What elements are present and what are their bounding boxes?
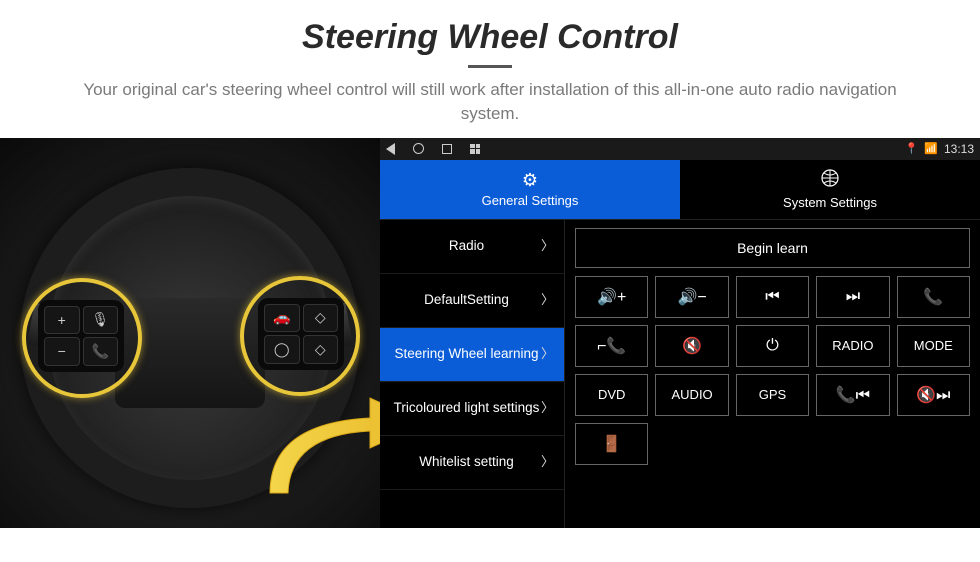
begin-learn-label: Begin learn <box>737 240 808 256</box>
call-prev-button[interactable]: 📞⏮ <box>816 374 889 416</box>
audio-label: AUDIO <box>672 387 713 402</box>
wheel-btn-r1: 🚗 <box>264 304 300 333</box>
page-title: Steering Wheel Control <box>60 18 920 57</box>
sidebar-item-label: Tricoloured light settings <box>392 400 541 416</box>
sidebar-item-whitelist[interactable]: Whitelist setting 〉 <box>380 436 564 490</box>
call-prev-icon: 📞⏮ <box>836 385 870 405</box>
wheel-btn-plus: + <box>44 306 80 335</box>
chevron-right-icon: 〉 <box>541 238 554 254</box>
car-door-button[interactable]: 🚪 <box>575 423 648 465</box>
tab-label: General Settings <box>482 193 579 208</box>
power-icon: ⏻ <box>766 337 779 355</box>
volume-down-button[interactable]: 🔊− <box>655 276 728 318</box>
tab-system-settings[interactable]: System Settings <box>680 160 980 220</box>
radio-label: RADIO <box>832 338 873 353</box>
chevron-right-icon: 〉 <box>541 292 554 308</box>
chevron-right-icon: 〉 <box>541 400 554 416</box>
status-bar: 📍 📶 13:13 <box>380 138 980 160</box>
wheel-btn-r3: ◯ <box>264 335 300 364</box>
mode-button[interactable]: MODE <box>897 325 970 367</box>
settings-sidebar: Radio 〉 DefaultSetting 〉 Steering Wheel … <box>380 220 565 528</box>
call-answer-button[interactable]: 📞 <box>897 276 970 318</box>
dvd-label: DVD <box>598 387 625 402</box>
gps-icon: 📍 <box>905 142 919 155</box>
chevron-right-icon: 〉 <box>541 454 554 470</box>
chevron-right-icon: 〉 <box>541 346 554 362</box>
gps-label: GPS <box>759 387 786 402</box>
wheel-buttons-left: + 🎙 − 📞 <box>38 300 124 372</box>
phone-icon: 📞 <box>923 287 943 307</box>
call-next-icon: 🔇⏭ <box>916 385 950 405</box>
sidebar-item-radio[interactable]: Radio 〉 <box>380 220 564 274</box>
audio-button[interactable]: AUDIO <box>655 374 728 416</box>
gps-button[interactable]: GPS <box>736 374 809 416</box>
sidebar-item-label: Radio <box>392 238 541 254</box>
radio-button[interactable]: RADIO <box>816 325 889 367</box>
volume-up-button[interactable]: 🔊+ <box>575 276 648 318</box>
power-button[interactable]: ⏻ <box>736 325 809 367</box>
next-track-button[interactable]: ⏭ <box>816 276 889 318</box>
prev-track-button[interactable]: ⏮ <box>736 276 809 318</box>
apps-icon[interactable] <box>470 144 480 154</box>
car-door-icon: 🚪 <box>602 434 622 454</box>
sidebar-item-tricoloured-light[interactable]: Tricoloured light settings 〉 <box>380 382 564 436</box>
gear-icon: ⚙ <box>522 170 538 191</box>
tab-label: System Settings <box>783 195 877 210</box>
hangup-icon: ⌐📞 <box>597 336 626 356</box>
begin-learn-button[interactable]: Begin learn <box>575 228 970 268</box>
wheel-buttons-right: 🚗 ◇ ◯ ◇ <box>258 298 344 370</box>
wheel-btn-r4: ◇ <box>303 335 339 364</box>
home-icon[interactable] <box>413 143 424 154</box>
head-unit-screen: 📍 📶 13:13 ⚙ General Settings System Sett… <box>380 138 980 528</box>
back-icon[interactable] <box>386 143 395 155</box>
tab-general-settings[interactable]: ⚙ General Settings <box>380 160 680 220</box>
wifi-icon: 📶 <box>924 142 938 155</box>
volume-down-icon: 🔊− <box>677 287 706 307</box>
sidebar-item-label: Steering Wheel learning <box>392 346 541 362</box>
wheel-btn-phone: 📞 <box>83 337 119 366</box>
sidebar-item-label: Whitelist setting <box>392 454 541 470</box>
mute-button[interactable]: 🔇 <box>655 325 728 367</box>
status-time: 13:13 <box>944 142 974 156</box>
steering-wheel-photo: + 🎙 − 📞 🚗 ◇ ◯ ◇ <box>0 138 380 528</box>
wheel-btn-r2: ◇ <box>303 304 339 333</box>
page-subtitle: Your original car's steering wheel contr… <box>60 78 920 126</box>
title-divider <box>468 65 512 68</box>
dvd-button[interactable]: DVD <box>575 374 648 416</box>
sidebar-item-steering-wheel[interactable]: Steering Wheel learning 〉 <box>380 328 564 382</box>
call-hangup-button[interactable]: ⌐📞 <box>575 325 648 367</box>
globe-icon <box>820 168 840 193</box>
sidebar-item-label: DefaultSetting <box>392 292 541 308</box>
mode-label: MODE <box>914 338 953 353</box>
learning-panel: Begin learn 🔊+ 🔊− ⏮ ⏭ 📞 ⌐📞 🔇 ⏻ RADIO MOD… <box>565 220 980 528</box>
sidebar-item-default-setting[interactable]: DefaultSetting 〉 <box>380 274 564 328</box>
recent-icon[interactable] <box>442 144 452 154</box>
next-icon: ⏭ <box>846 288 860 306</box>
prev-icon: ⏮ <box>765 288 779 306</box>
mute-icon: 🔇 <box>682 336 702 356</box>
wheel-btn-minus: − <box>44 337 80 366</box>
volume-up-icon: 🔊+ <box>597 287 626 307</box>
call-next-button[interactable]: 🔇⏭ <box>897 374 970 416</box>
wheel-btn-voice: 🎙 <box>83 306 119 335</box>
callout-arrow <box>260 393 380 513</box>
